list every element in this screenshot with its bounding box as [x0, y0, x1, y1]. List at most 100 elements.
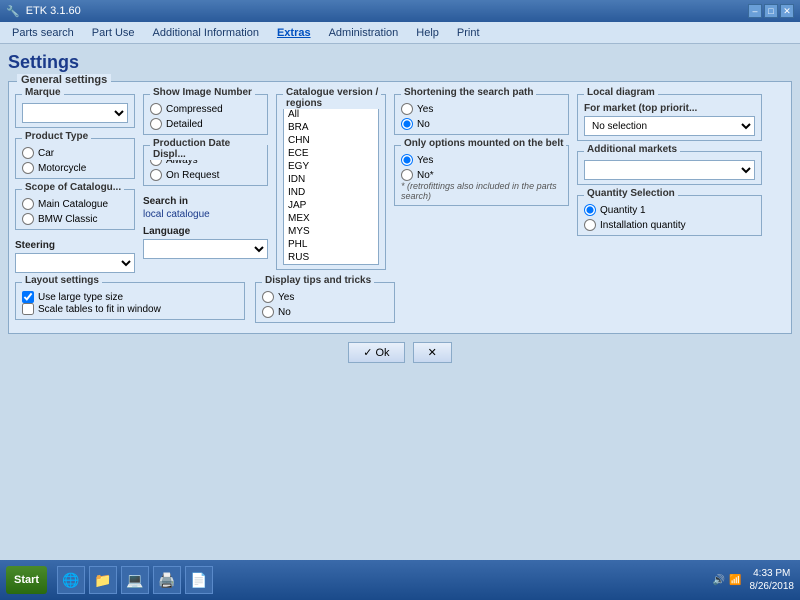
- catalogue-item-all[interactable]: All: [286, 108, 376, 121]
- general-settings-label: General settings: [17, 74, 111, 86]
- steering-label: Steering: [15, 240, 135, 251]
- cancel-button[interactable]: ✕: [413, 342, 452, 363]
- additional-markets-section: Additional markets: [577, 151, 762, 185]
- menu-additional-info[interactable]: Additional Information: [149, 26, 263, 40]
- catalogue-version-label: Catalogue version /regions: [283, 87, 381, 109]
- general-settings-panel: General settings Marque Product Type Car: [8, 81, 792, 334]
- language-label: Language: [143, 226, 268, 237]
- scope-label: Scope of Catalogu...: [22, 182, 124, 193]
- radio-yes-shortening[interactable]: Yes: [401, 103, 562, 115]
- shortening-search-group: Yes No: [401, 103, 562, 130]
- search-in-label: Search in: [143, 196, 268, 207]
- production-date-label: Production Date Displ...: [150, 138, 267, 160]
- quantity-selection-section: Quantity Selection Quantity 1 Installati…: [577, 195, 762, 236]
- title-bar-left: 🔧 ETK 3.1.60: [6, 5, 81, 18]
- steering-select[interactable]: [15, 253, 135, 273]
- taskbar-icon-folder[interactable]: 📁: [89, 566, 117, 594]
- layout-settings-label: Layout settings: [22, 275, 102, 286]
- product-type-section: Product Type Car Motorcycle: [15, 138, 135, 179]
- radio-tips-yes[interactable]: Yes: [262, 291, 388, 303]
- catalogue-list[interactable]: All BRA CHN ECE EGY IDN IND JAP MEX MYS …: [283, 105, 379, 265]
- taskbar-icons: 🌐 📁 💻 🖨️ 📄: [57, 566, 213, 594]
- title-bar: 🔧 ETK 3.1.60 – □ ✕: [0, 0, 800, 22]
- local-diagram-sublabel: For market (top priorit...: [584, 103, 755, 114]
- taskbar-icon-computer[interactable]: 💻: [121, 566, 149, 594]
- show-image-section: Show Image Number Compressed Detailed: [143, 94, 268, 135]
- page-title: Settings: [8, 52, 792, 73]
- main-content: Settings General settings Marque Product…: [0, 44, 800, 560]
- additional-markets-select[interactable]: [584, 160, 755, 180]
- radio-no-options[interactable]: No*: [401, 169, 562, 181]
- radio-motorcycle[interactable]: Motorcycle: [22, 162, 128, 174]
- language-section: Language: [143, 226, 268, 259]
- quantity-selection-label: Quantity Selection: [584, 188, 678, 199]
- taskbar-icon-browser[interactable]: 🌐: [57, 566, 85, 594]
- taskbar-icon-printer[interactable]: 🖨️: [153, 566, 181, 594]
- radio-compressed[interactable]: Compressed: [150, 103, 261, 115]
- checkbox-scale-tables[interactable]: Scale tables to fit in window: [22, 303, 238, 315]
- scope-section: Scope of Catalogu... Main Catalogue BMW …: [15, 189, 135, 230]
- menu-help[interactable]: Help: [412, 26, 443, 40]
- marque-label: Marque: [22, 87, 64, 98]
- marque-select[interactable]: [22, 103, 128, 123]
- radio-car[interactable]: Car: [22, 147, 128, 159]
- marque-section: Marque: [15, 94, 135, 128]
- maximize-button[interactable]: □: [764, 4, 778, 18]
- ok-button[interactable]: ✓ Ok: [348, 342, 404, 363]
- language-select[interactable]: [143, 239, 268, 259]
- catalogue-item-ece[interactable]: ECE: [286, 147, 376, 160]
- catalogue-version-section: Catalogue version /regions All BRA CHN E…: [276, 94, 386, 270]
- taskbar-volume-icon: 📶: [729, 575, 741, 586]
- radio-yes-options[interactable]: Yes: [401, 154, 562, 166]
- menu-administration[interactable]: Administration: [325, 26, 403, 40]
- radio-detailed[interactable]: Detailed: [150, 118, 261, 130]
- radio-on-request[interactable]: On Request: [150, 169, 261, 181]
- radio-tips-no[interactable]: No: [262, 306, 388, 318]
- catalogue-item-mex[interactable]: MEX: [286, 212, 376, 225]
- options-note: * (retrofittings also included in the pa…: [401, 181, 562, 201]
- search-in-section: Search in local catalogue: [143, 196, 268, 220]
- catalogue-item-ind[interactable]: IND: [286, 186, 376, 199]
- minimize-button[interactable]: –: [748, 4, 762, 18]
- close-button[interactable]: ✕: [780, 4, 794, 18]
- taskbar-right: 🔊 📶 4:33 PM 8/26/2018: [713, 567, 794, 593]
- radio-quantity-1[interactable]: Quantity 1: [584, 204, 755, 216]
- steering-section: Steering: [15, 240, 135, 273]
- menu-bar: Parts search Part Use Additional Informa…: [0, 22, 800, 44]
- taskbar-icon-document[interactable]: 📄: [185, 566, 213, 594]
- local-diagram-label: Local diagram: [584, 87, 658, 98]
- local-diagram-select[interactable]: No selection: [584, 116, 755, 136]
- only-options-section: Only options mounted on the belt Yes No*…: [394, 145, 569, 206]
- checkbox-large-type[interactable]: Use large type size: [22, 291, 238, 303]
- clock-date: 8/26/2018: [750, 580, 795, 593]
- only-options-group: Yes No*: [401, 154, 562, 181]
- radio-bmw-classic[interactable]: BMW Classic: [22, 213, 128, 225]
- product-type-label: Product Type: [22, 131, 91, 142]
- catalogue-item-rus[interactable]: RUS: [286, 251, 376, 264]
- catalogue-item-bra[interactable]: BRA: [286, 121, 376, 134]
- clock-time: 4:33 PM: [750, 567, 795, 580]
- display-tips-section: Display tips and tricks Yes No: [255, 282, 395, 323]
- radio-installation-quantity[interactable]: Installation quantity: [584, 219, 755, 231]
- menu-print[interactable]: Print: [453, 26, 484, 40]
- product-type-group: Car Motorcycle: [22, 147, 128, 174]
- catalogue-item-jap[interactable]: JAP: [286, 199, 376, 212]
- shortening-search-section: Shortening the search path Yes No: [394, 94, 569, 135]
- only-options-label: Only options mounted on the belt: [401, 138, 566, 149]
- catalogue-item-phl[interactable]: PHL: [286, 238, 376, 251]
- catalogue-item-egy[interactable]: EGY: [286, 160, 376, 173]
- quantity-selection-group: Quantity 1 Installation quantity: [584, 204, 755, 231]
- start-button[interactable]: Start: [6, 566, 47, 594]
- production-date-section: Production Date Displ... Always On Reque…: [143, 145, 268, 186]
- menu-part-use[interactable]: Part Use: [88, 26, 139, 40]
- catalogue-item-mys[interactable]: MYS: [286, 225, 376, 238]
- menu-parts-search[interactable]: Parts search: [8, 26, 78, 40]
- menu-extras[interactable]: Extras: [273, 26, 315, 40]
- catalogue-item-chn[interactable]: CHN: [286, 134, 376, 147]
- radio-main-catalogue[interactable]: Main Catalogue: [22, 198, 128, 210]
- title-bar-controls: – □ ✕: [748, 4, 794, 18]
- catalogue-item-tha[interactable]: THA: [286, 264, 376, 265]
- search-in-value: local catalogue: [143, 209, 268, 220]
- radio-no-shortening[interactable]: No: [401, 118, 562, 130]
- catalogue-item-idn[interactable]: IDN: [286, 173, 376, 186]
